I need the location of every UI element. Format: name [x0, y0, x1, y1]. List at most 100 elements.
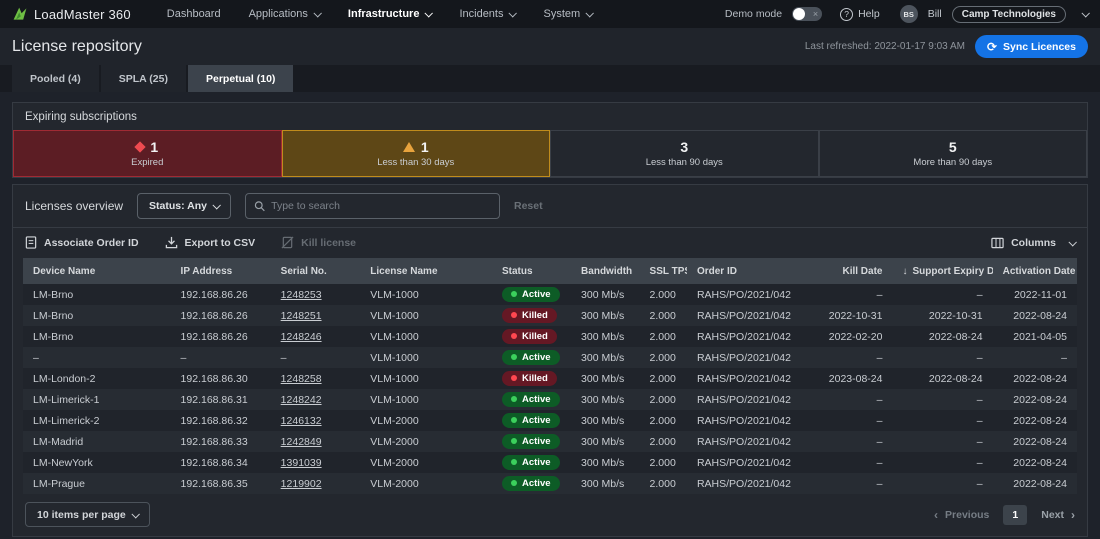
- column-header-activation-date[interactable]: Activation Date: [993, 258, 1077, 284]
- status-badge: Active: [502, 413, 560, 428]
- table-row[interactable]: LM-Prague192.168.86.351219902VLM-2000Act…: [23, 473, 1077, 494]
- nav-item-incidents[interactable]: Incidents: [445, 0, 529, 28]
- table-row[interactable]: LM-Limerick-1192.168.86.311248242VLM-100…: [23, 389, 1077, 410]
- cell-ssl-tps: 2.000: [640, 284, 687, 305]
- expiring-card-expired[interactable]: 1Expired: [13, 130, 282, 177]
- cell-ssl-tps: 2.000: [640, 389, 687, 410]
- tab-pooled[interactable]: Pooled (4): [12, 65, 99, 92]
- serial-link[interactable]: 1391039: [281, 457, 322, 469]
- cell-activation: 2022-08-24: [993, 305, 1077, 326]
- nav-item-system[interactable]: System: [529, 0, 606, 28]
- cell-ssl-tps: 2.000: [640, 347, 687, 368]
- cell-serial: 1219902: [271, 473, 361, 494]
- expiring-card-more-than-90-days[interactable]: 5More than 90 days: [819, 130, 1088, 177]
- table-row[interactable]: LM-London-2192.168.86.301248258VLM-1000K…: [23, 368, 1077, 389]
- cell-license: VLM-2000: [360, 473, 492, 494]
- status-label: Active: [522, 352, 551, 363]
- demo-mode-toggle[interactable]: ×: [792, 7, 822, 21]
- status-filter-dropdown[interactable]: Status: Any: [137, 193, 231, 219]
- column-header-license-name[interactable]: License Name: [360, 258, 492, 284]
- card-label: More than 90 days: [913, 157, 992, 168]
- table-row[interactable]: LM-NewYork192.168.86.341391039VLM-2000Ac…: [23, 452, 1077, 473]
- serial-link[interactable]: 1248242: [281, 394, 322, 406]
- expiring-subscriptions-panel: Expiring subscriptions 1Expired1Less tha…: [12, 102, 1088, 178]
- page-number-button[interactable]: 1: [1003, 505, 1027, 525]
- serial-link[interactable]: 1219902: [281, 478, 322, 490]
- column-header-ip-address[interactable]: IP Address: [171, 258, 271, 284]
- previous-page-button[interactable]: ‹ Previous: [934, 508, 989, 522]
- chevron-left-icon: ‹: [934, 508, 938, 522]
- page-size-label: 10 items per page: [37, 509, 126, 521]
- cell-device: LM-Brno: [23, 305, 171, 326]
- column-header-kill-date[interactable]: Kill Date: [813, 258, 892, 284]
- cell-license: VLM-2000: [360, 431, 492, 452]
- table-row[interactable]: LM-Brno192.168.86.261248251VLM-1000Kille…: [23, 305, 1077, 326]
- cell-bandwidth: 300 Mb/s: [571, 326, 640, 347]
- card-count-row: 3: [680, 139, 688, 155]
- table-row[interactable]: LM-Brno192.168.86.261248253VLM-1000Activ…: [23, 284, 1077, 305]
- nav-item-label: Incidents: [459, 8, 503, 20]
- column-header-serial-no[interactable]: Serial No.: [271, 258, 361, 284]
- serial-link[interactable]: 1248258: [281, 373, 322, 385]
- column-header-support-expiry-date[interactable]: ↓Support Expiry Date: [892, 258, 992, 284]
- help-button[interactable]: ? Help: [840, 8, 880, 21]
- cell-serial: 1246132: [271, 410, 361, 431]
- cell-activation: 2022-08-24: [993, 452, 1077, 473]
- last-refreshed-text: Last refreshed: 2022-01-17 9:03 AM: [805, 41, 965, 52]
- cell-device: LM-Prague: [23, 473, 171, 494]
- expiring-card-less-than-30-days[interactable]: 1Less than 30 days: [282, 130, 551, 177]
- serial-link[interactable]: 1242849: [281, 436, 322, 448]
- avatar[interactable]: BS: [900, 5, 918, 23]
- cell-ssl-tps: 2.000: [640, 431, 687, 452]
- cell-license: VLM-1000: [360, 284, 492, 305]
- column-header-status[interactable]: Status: [492, 258, 571, 284]
- cell-order-id: RAHS/PO/2021/042: [687, 368, 813, 389]
- nav-item-dashboard[interactable]: Dashboard: [153, 0, 235, 28]
- org-selector[interactable]: Camp Technologies: [952, 6, 1066, 23]
- table-header-row: Device NameIP AddressSerial No.License N…: [23, 258, 1077, 284]
- cell-device: LM-Limerick-2: [23, 410, 171, 431]
- nav-item-infrastructure[interactable]: Infrastructure: [334, 0, 446, 28]
- status-badge: Killed: [502, 329, 557, 344]
- expiring-card-less-than-90-days[interactable]: 3Less than 90 days: [550, 130, 819, 177]
- page-size-dropdown[interactable]: 10 items per page: [25, 502, 150, 527]
- next-page-button[interactable]: Next ›: [1041, 508, 1075, 522]
- tab-spla[interactable]: SPLA (25): [101, 65, 186, 92]
- cell-ssl-tps: 2.000: [640, 368, 687, 389]
- table-row[interactable]: –––VLM-1000Active300 Mb/s2.000RAHS/PO/20…: [23, 347, 1077, 368]
- status-label: Active: [522, 394, 551, 405]
- serial-link[interactable]: 1248246: [281, 331, 322, 343]
- column-header-device-name[interactable]: Device Name: [23, 258, 171, 284]
- search-input[interactable]: [271, 200, 491, 212]
- table-row[interactable]: LM-Limerick-2192.168.86.321246132VLM-200…: [23, 410, 1077, 431]
- column-header-label: Support Expiry Date: [912, 266, 992, 277]
- table-footer: 10 items per page ‹ Previous 1 Next ›: [13, 494, 1087, 536]
- cell-support-expiry: 2022-10-31: [892, 305, 992, 326]
- export-to-csv-button[interactable]: Export to CSV: [165, 236, 256, 249]
- table-row[interactable]: LM-Brno192.168.86.261248246VLM-1000Kille…: [23, 326, 1077, 347]
- cell-bandwidth: 300 Mb/s: [571, 452, 640, 473]
- serial-link[interactable]: 1248253: [281, 289, 322, 301]
- associate-order-id-button[interactable]: Associate Order ID: [25, 236, 139, 249]
- table-row[interactable]: LM-Madrid192.168.86.331242849VLM-2000Act…: [23, 431, 1077, 452]
- cell-support-expiry: –: [892, 473, 992, 494]
- columns-button[interactable]: Columns: [991, 237, 1075, 249]
- card-count-row: 1: [136, 139, 158, 155]
- cell-kill-date: –: [813, 452, 892, 473]
- cell-license: VLM-1000: [360, 347, 492, 368]
- serial-link[interactable]: 1246132: [281, 415, 322, 427]
- column-header-bandwidth[interactable]: Bandwidth: [571, 258, 640, 284]
- kill-license-button[interactable]: Kill license: [281, 236, 356, 249]
- sync-licences-button[interactable]: ⟳ Sync Licences: [975, 35, 1088, 58]
- cell-license: VLM-2000: [360, 410, 492, 431]
- chevron-down-icon[interactable]: [1081, 9, 1089, 17]
- column-header-ssl-tps[interactable]: SSL TPS: [640, 258, 687, 284]
- nav-item-applications[interactable]: Applications: [235, 0, 334, 28]
- cell-bandwidth: 300 Mb/s: [571, 284, 640, 305]
- serial-link[interactable]: 1248251: [281, 310, 322, 322]
- tab-perpetual[interactable]: Perpetual (10): [188, 65, 293, 92]
- reset-button[interactable]: Reset: [514, 200, 543, 212]
- brand[interactable]: LoadMaster 360: [12, 6, 131, 22]
- search-box[interactable]: [245, 193, 500, 219]
- column-header-order-id[interactable]: Order ID: [687, 258, 813, 284]
